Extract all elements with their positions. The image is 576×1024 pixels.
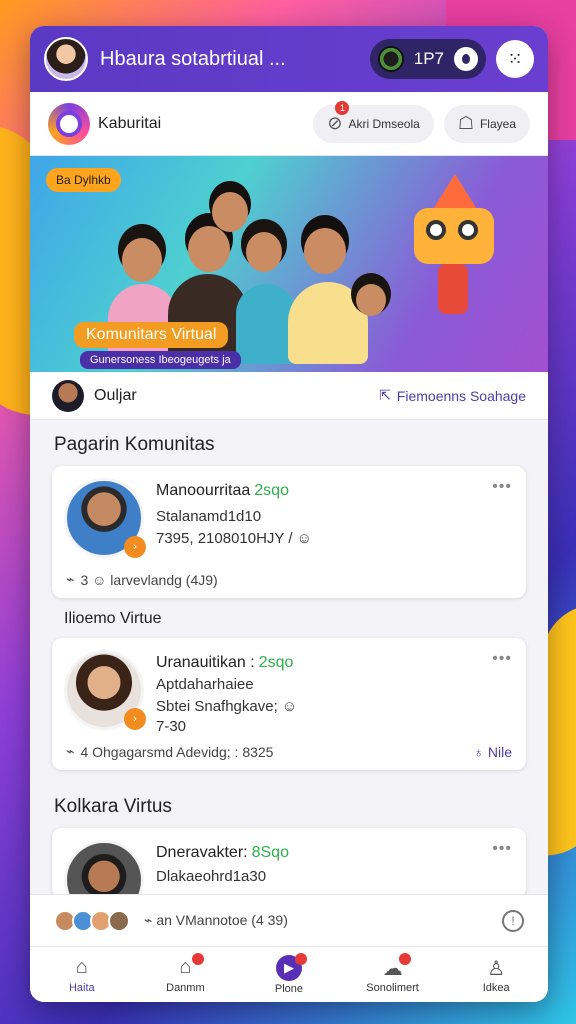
play-icon[interactable]: › [124, 708, 146, 730]
chat-icon: ☖ [457, 113, 474, 133]
coin-value: 1P7 [413, 49, 444, 68]
nav-item-3[interactable]: ▶ Plone [237, 947, 341, 1002]
link-icon: ⌁ [66, 571, 75, 587]
notification-badge [295, 953, 308, 965]
card-highlight: 8Sqo [251, 844, 289, 861]
nav-item-5[interactable]: ♙ Idkea [444, 947, 548, 1002]
share-button[interactable]: ⇱ Fiemoenns Soahage [379, 387, 526, 404]
nav-label: Haita [68, 981, 95, 994]
appbar-button-1[interactable]: ⊘ 1 Akri Dmseola [313, 100, 434, 143]
nav-item-2[interactable]: ⌂ Danmm [134, 947, 238, 1002]
coin-pill[interactable]: 1P7 [369, 39, 486, 79]
nav-label: Sonolimert [366, 981, 419, 994]
user-avatar[interactable] [52, 379, 84, 412]
nav-label: Idkea [482, 981, 510, 994]
card-line-1: Stalanamd1d10 [156, 508, 262, 525]
section-title-1: Pagarin Komunitas [54, 434, 215, 455]
hero-banner[interactable]: Ba Dylhkb Komunitars Virtual Gunersoness… [30, 156, 548, 372]
more-options-icon[interactable]: ••• [492, 478, 512, 496]
toggle-icon[interactable] [454, 47, 478, 71]
subsection-title: Ilioemo Virtue [64, 610, 162, 627]
nav-label: Danmm [166, 981, 205, 994]
card-line-3: 7-30 [156, 718, 187, 735]
share-label: Fiemoenns Soahage [396, 387, 526, 404]
card-footer: ⌁ 4 Ohgagarsmd Adevidg; : 8325 [66, 743, 274, 760]
appbar-button-2-label: Flayea [479, 116, 516, 131]
menu-icon[interactable]: ⁙ [496, 40, 534, 78]
bottom-nav: ⌂ Haita ⌂ Danmm ▶ Plone ☁ Sonolimert ♙ I… [30, 946, 548, 1002]
robot-mascot [408, 174, 500, 324]
notification-badge [191, 953, 204, 965]
card-name: Manoourritaa 2sqo [156, 482, 289, 499]
home-icon: ⌂ [75, 955, 88, 978]
camera-icon [377, 46, 404, 72]
notification-badge [398, 953, 411, 965]
profile-avatar[interactable] [44, 37, 88, 81]
pin-icon: ♁ [473, 744, 484, 760]
link-icon: ⌁ [66, 743, 75, 759]
more-link[interactable]: ♁ Nile [473, 744, 512, 760]
more-options-icon[interactable]: ••• [492, 840, 512, 858]
card-line-2: Sbtei Snafhgkave; ☺ [156, 698, 298, 715]
more-options-icon[interactable]: ••• [492, 650, 512, 668]
link-icon: ⊘ [327, 113, 343, 133]
nav-item-home[interactable]: ⌂ Haita [30, 947, 134, 1002]
user-row: Ouljar ⇱ Fiemoenns Soahage [30, 372, 548, 420]
top-title: Hbaura sotabrtiual ... [100, 47, 286, 70]
card-line-1: Dlakaeohrd1a30 [156, 868, 267, 885]
app-bar: Kaburitai ⊘ 1 Akri Dmseola ☖ Flayea [30, 92, 548, 156]
profile-icon: ♙ [487, 957, 506, 980]
card-footer: ⌁ 3 ☺ larvevlandg (4J9) [66, 571, 218, 588]
appbar-button-2[interactable]: ☖ Flayea [443, 104, 530, 143]
app-name: Kaburitai [98, 114, 162, 132]
house-icon: ⌂ [179, 955, 192, 978]
nav-label: Plone [274, 982, 304, 995]
top-bar: Hbaura sotabrtiual ... 1P7 ⁙ [30, 26, 548, 92]
banner-subtitle: Gunersoness Ibeogeugets ja [80, 351, 241, 369]
phone-screen: Hbaura sotabrtiual ... 1P7 ⁙ Kaburitai ⊘… [30, 26, 548, 1002]
nav-item-4[interactable]: ☁ Sonolimert [341, 947, 445, 1002]
app-logo [48, 102, 90, 145]
section-title-2: Kolkara Virtus [54, 796, 172, 817]
card-line-1: Aptdaharhaiee [156, 676, 254, 693]
banner-title: Komunitars Virtual [74, 322, 229, 348]
member-avatar [108, 909, 130, 932]
user-name: Ouljar [94, 386, 137, 404]
card-name: Dneravakter: 8Sqo [156, 844, 289, 861]
card-line-2: 7395, 2108010HJY / ☺ [156, 530, 312, 547]
community-card[interactable]: › Manoourritaa 2sqo Stalanamd1d10 7395, 2… [52, 466, 526, 598]
notification-badge: 1 [335, 100, 350, 115]
activity-text: ⌁ an VMannotoe (4 39) [144, 912, 288, 928]
play-icon[interactable]: › [124, 536, 146, 558]
share-icon: ⇱ [379, 387, 391, 403]
community-card[interactable]: › Uranauitikan :2sqo Aptdaharhaiee Sbtei… [52, 638, 526, 770]
banner-caption: Komunitars Virtual Gunersoness Ibeogeuge… [74, 322, 241, 369]
card-highlight: 2sqo [258, 654, 294, 671]
info-icon[interactable]: ! [502, 909, 524, 932]
card-avatar [64, 840, 144, 898]
appbar-button-1-label: Akri Dmseola [348, 116, 420, 131]
community-card[interactable]: Dneravakter: 8Sqo Dlakaeohrd1a30 ••• [52, 828, 526, 898]
card-highlight: 2sqo [254, 482, 289, 499]
activity-strip[interactable]: ⌁ an VMannotoe (4 39) ! [30, 894, 548, 946]
card-name: Uranauitikan :2sqo [156, 654, 294, 671]
